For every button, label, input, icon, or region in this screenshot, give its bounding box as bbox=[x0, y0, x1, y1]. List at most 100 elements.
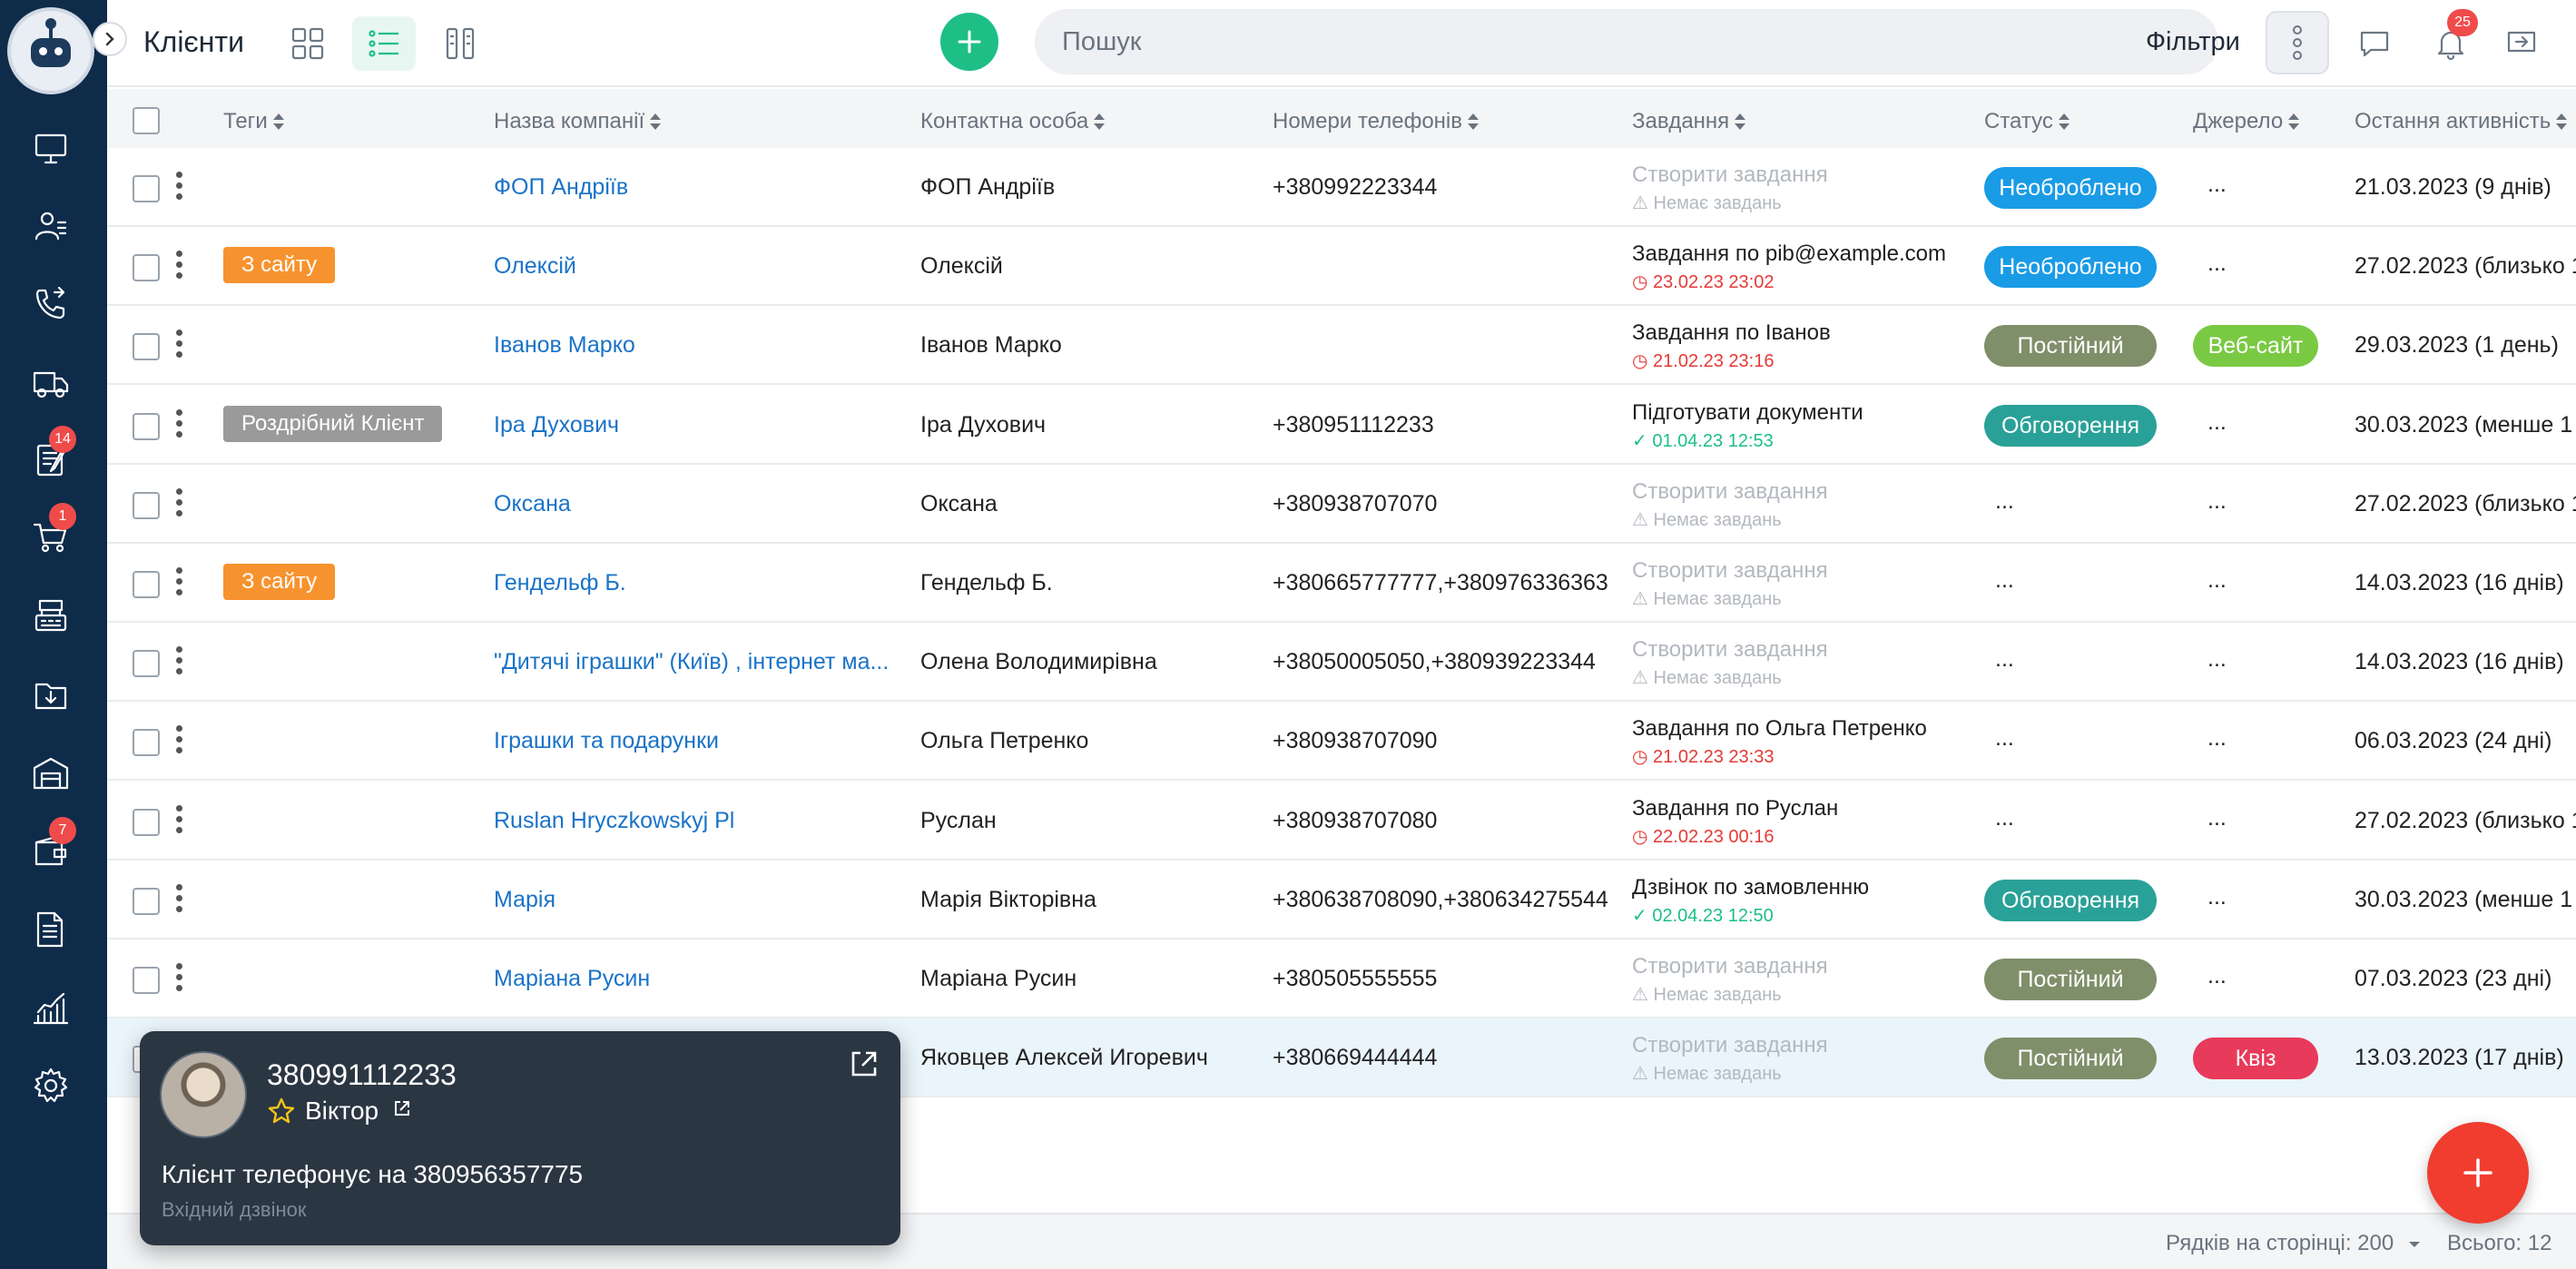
task-cell[interactable]: Створити завдання ⚠ Немає завдань bbox=[1632, 1033, 1828, 1085]
sidebar-item-phone-calls[interactable] bbox=[29, 283, 73, 327]
status-badge[interactable]: Постійний bbox=[1984, 1038, 2157, 1079]
sidebar-collapse-button[interactable] bbox=[93, 22, 127, 56]
row-menu-icon[interactable] bbox=[176, 251, 183, 281]
task-cell[interactable]: Завдання по pib@example.com ◷ 23.02.23 23… bbox=[1632, 241, 1946, 293]
company-link[interactable]: Маріана Русин bbox=[494, 966, 650, 992]
robot-logo-icon[interactable] bbox=[7, 7, 94, 94]
table-row[interactable]: ФОП Андріїв ФОП Андріїв +380992223344 Створ… bbox=[107, 148, 2576, 227]
task-title[interactable]: Дзвінок по замовленню bbox=[1632, 875, 1869, 900]
source-empty[interactable]: ... bbox=[2207, 963, 2227, 989]
task-cell[interactable]: Створити завдання ⚠ Немає завдань bbox=[1632, 558, 1828, 610]
star-icon[interactable] bbox=[267, 1097, 296, 1126]
table-row[interactable]: Іванов Марко Іванов Марко Завдання по Іван… bbox=[107, 306, 2576, 385]
company-link[interactable]: Іграшки та подарунки bbox=[494, 728, 719, 754]
task-cell[interactable]: Дзвінок по замовленню ✓ 02.04.23 12:50 bbox=[1632, 875, 1869, 927]
company-link[interactable]: Ruslan Hryczkowskyj Pl bbox=[494, 808, 734, 834]
company-link[interactable]: "Дитячі іграшки" (Київ) , інтернет ма... bbox=[494, 649, 889, 675]
table-row[interactable]: Іграшки та подарунки Ольга Петренко +38093… bbox=[107, 702, 2576, 781]
status-empty[interactable]: ... bbox=[1995, 488, 2014, 515]
filters-button[interactable]: Фільтри bbox=[2146, 27, 2240, 57]
sidebar-item-cash-register[interactable] bbox=[29, 594, 73, 637]
incoming-call-popup[interactable]: 380991112233 Віктор Клієнт телефонує на … bbox=[140, 1031, 900, 1245]
add-client-button[interactable] bbox=[940, 13, 998, 71]
grid-view-button[interactable] bbox=[276, 16, 339, 71]
row-checkbox[interactable] bbox=[133, 175, 160, 202]
caller-name[interactable]: Віктор bbox=[305, 1097, 413, 1126]
company-link[interactable]: Іра Духович bbox=[494, 412, 619, 438]
task-title[interactable]: Створити завдання bbox=[1632, 479, 1828, 505]
table-row[interactable]: З сайту Гендельф Б. Гендельф Б. +3806657777… bbox=[107, 544, 2576, 623]
table-row[interactable]: Маріана Русин Маріана Русин +380505555555 С… bbox=[107, 939, 2576, 1018]
task-title[interactable]: Завдання по pib@example.com bbox=[1632, 241, 1946, 267]
source-empty[interactable]: ... bbox=[2207, 251, 2227, 277]
task-cell[interactable]: Створити завдання ⚠ Немає завдань bbox=[1632, 162, 1828, 214]
sidebar-item-monitor[interactable] bbox=[29, 126, 73, 170]
open-window-icon[interactable] bbox=[848, 1048, 880, 1080]
status-badge[interactable]: Обговорення bbox=[1984, 405, 2157, 447]
task-title[interactable]: Завдання по Іванов bbox=[1632, 320, 1831, 346]
add-floating-button[interactable] bbox=[2427, 1122, 2529, 1224]
chat-button[interactable] bbox=[2353, 22, 2396, 65]
sidebar-item-contacts[interactable] bbox=[29, 204, 73, 248]
header-contact[interactable]: Контактна особа bbox=[920, 109, 1106, 134]
status-badge[interactable]: Постійний bbox=[1984, 959, 2157, 1000]
row-menu-icon[interactable] bbox=[176, 646, 183, 677]
row-checkbox[interactable] bbox=[133, 650, 160, 677]
select-all-checkbox[interactable] bbox=[133, 107, 160, 134]
sidebar-item-analytics[interactable] bbox=[29, 987, 73, 1030]
task-cell[interactable]: Створити завдання ⚠ Немає завдань bbox=[1632, 479, 1828, 531]
task-cell[interactable]: Підготувати документи ✓ 01.04.23 12:53 bbox=[1632, 400, 1863, 452]
source-empty[interactable]: ... bbox=[2207, 725, 2227, 752]
sidebar-item-download-folder[interactable] bbox=[29, 674, 73, 717]
status-empty[interactable]: ... bbox=[1995, 646, 2014, 673]
table-row[interactable]: "Дитячі іграшки" (Київ) , інтернет ма...… bbox=[107, 623, 2576, 702]
sidebar-item-settings[interactable] bbox=[29, 1064, 73, 1107]
status-badge[interactable]: Необроблено bbox=[1984, 246, 2157, 288]
company-link[interactable]: ФОП Андріїв bbox=[494, 174, 628, 201]
row-menu-icon[interactable] bbox=[176, 330, 183, 360]
row-checkbox[interactable] bbox=[133, 729, 160, 756]
table-row[interactable]: Оксана Оксана +380938707070 Створити завдан… bbox=[107, 465, 2576, 544]
company-link[interactable]: Іванов Марко bbox=[494, 332, 635, 359]
row-checkbox[interactable] bbox=[133, 333, 160, 360]
row-menu-icon[interactable] bbox=[176, 963, 183, 994]
source-empty[interactable]: ... bbox=[2207, 172, 2227, 198]
row-checkbox[interactable] bbox=[133, 967, 160, 994]
status-empty[interactable]: ... bbox=[1995, 725, 2014, 752]
row-menu-icon[interactable] bbox=[176, 409, 183, 440]
row-checkbox[interactable] bbox=[133, 492, 160, 519]
task-cell[interactable]: Завдання по Іванов ◷ 21.02.23 23:16 bbox=[1632, 320, 1831, 372]
task-cell[interactable]: Завдання по Ольга Петренко ◷ 21.02.23 23:… bbox=[1632, 716, 1927, 768]
source-empty[interactable]: ... bbox=[2207, 488, 2227, 515]
status-empty[interactable]: ... bbox=[1995, 805, 2014, 831]
status-badge[interactable]: Необроблено bbox=[1984, 167, 2157, 209]
header-tags[interactable]: Теги bbox=[223, 109, 284, 134]
row-checkbox[interactable] bbox=[133, 413, 160, 440]
source-empty[interactable]: ... bbox=[2207, 884, 2227, 910]
header-tasks[interactable]: Завдання bbox=[1632, 109, 1746, 134]
task-cell[interactable]: Створити завдання ⚠ Немає завдань bbox=[1632, 637, 1828, 689]
task-cell[interactable]: Створити завдання ⚠ Немає завдань bbox=[1632, 954, 1828, 1006]
source-badge[interactable]: Веб-сайт bbox=[2193, 325, 2318, 367]
task-title[interactable]: Завдання по Руслан bbox=[1632, 796, 1838, 821]
table-row[interactable]: Марія Марія Вікторівна +380638708090,+3806… bbox=[107, 861, 2576, 939]
row-menu-icon[interactable] bbox=[176, 884, 183, 915]
company-link[interactable]: Гендельф Б. bbox=[494, 570, 626, 596]
row-menu-icon[interactable] bbox=[176, 567, 183, 598]
logout-button[interactable] bbox=[2500, 22, 2543, 65]
source-empty[interactable]: ... bbox=[2207, 805, 2227, 831]
more-options-button[interactable] bbox=[2266, 11, 2329, 74]
header-last-activity[interactable]: Остання активність bbox=[2355, 109, 2568, 134]
task-cell[interactable]: Завдання по Руслан ◷ 22.02.23 00:16 bbox=[1632, 796, 1838, 848]
status-badge[interactable]: Постійний bbox=[1984, 325, 2157, 367]
header-company[interactable]: Назва компанії bbox=[494, 109, 662, 134]
row-checkbox[interactable] bbox=[133, 254, 160, 281]
task-title[interactable]: Підготувати документи bbox=[1632, 400, 1863, 426]
company-link[interactable]: Оксана bbox=[494, 491, 571, 517]
task-title[interactable]: Створити завдання bbox=[1632, 954, 1828, 979]
rows-per-page-select[interactable]: Рядків на сторінці: 200 bbox=[2166, 1231, 2422, 1256]
company-link[interactable]: Марія bbox=[494, 887, 556, 913]
row-checkbox[interactable] bbox=[133, 809, 160, 836]
company-link[interactable]: Олексій bbox=[494, 253, 576, 280]
row-checkbox[interactable] bbox=[133, 571, 160, 598]
